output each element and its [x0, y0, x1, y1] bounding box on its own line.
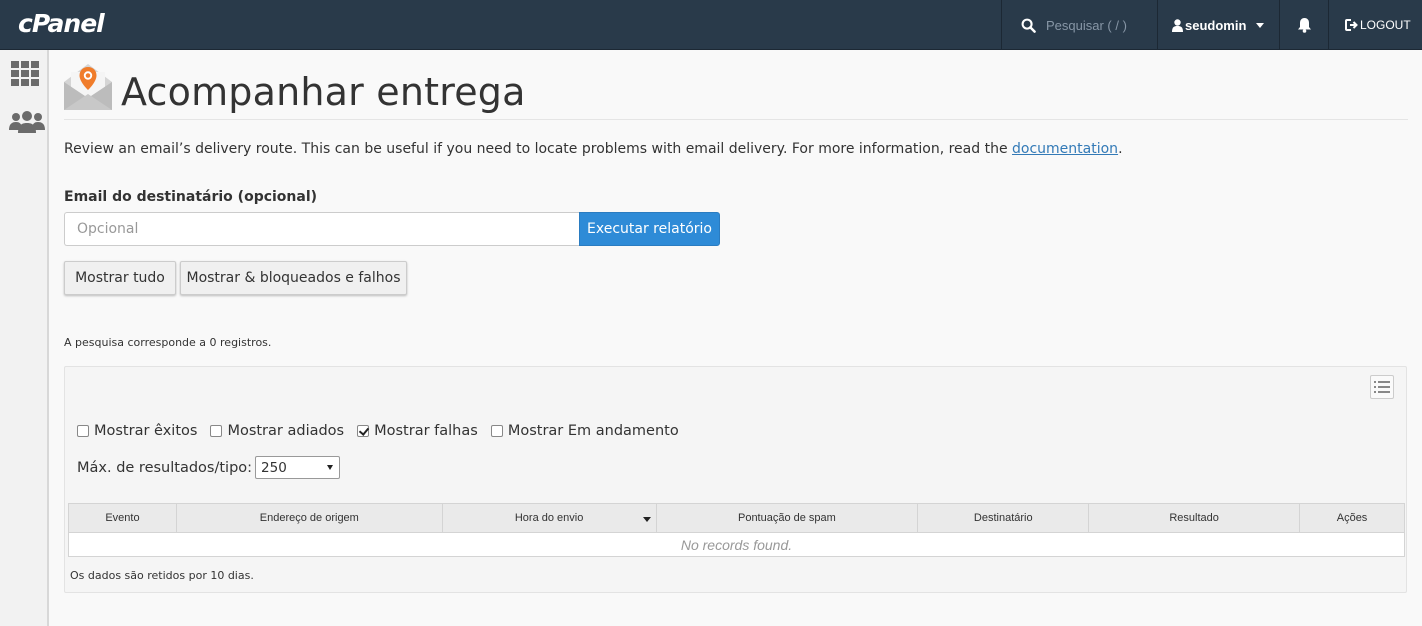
filter-show-in-progress[interactable]: Mostrar Em andamento [490, 423, 679, 439]
page-title: Acompanhar entrega [121, 70, 526, 114]
page-description: Review an email’s delivery route. This c… [64, 141, 1123, 157]
run-report-button[interactable]: Executar relatório [579, 212, 720, 246]
track-delivery-icon [64, 64, 112, 110]
filter-show-deferred[interactable]: Mostrar adiados [210, 423, 344, 439]
user-icon [1172, 18, 1183, 32]
sort-desc-icon [642, 517, 651, 522]
recipient-email-input[interactable] [64, 212, 579, 246]
documentation-link[interactable]: documentation [1012, 141, 1118, 157]
sidebar [0, 50, 49, 626]
username-label: seudomin [1185, 17, 1247, 33]
column-header-send-time[interactable]: Hora do envio [441, 503, 657, 533]
notifications-button[interactable] [1279, 0, 1328, 50]
users-icon[interactable] [9, 110, 45, 134]
column-header-spam-score[interactable]: Pontuação de spam [655, 503, 919, 533]
column-header-actions: Ações [1299, 503, 1405, 533]
user-menu[interactable]: seudomin [1157, 0, 1279, 50]
column-header-result[interactable]: Resultado [1088, 503, 1301, 533]
results-panel: Mostrar êxitos Mostrar adiados Mostrar f… [64, 366, 1407, 593]
top-navbar: cPanel Pesquisar ( / ) seudomin LOGOUT [0, 0, 1422, 50]
max-results-label: Máx. de resultados/tipo: [77, 459, 253, 476]
search-input[interactable]: Pesquisar ( / ) [1046, 18, 1127, 33]
page-header: Acompanhar entrega [64, 60, 1408, 120]
result-filters: Mostrar êxitos Mostrar adiados Mostrar f… [77, 423, 692, 439]
logout-button[interactable]: LOGOUT [1328, 0, 1422, 50]
show-success-checkbox[interactable] [77, 425, 89, 437]
empty-message: No records found. [68, 532, 1405, 557]
column-header-recipient[interactable]: Destinatário [917, 503, 1090, 533]
list-icon [1374, 381, 1390, 393]
column-toggle-button[interactable] [1370, 375, 1394, 399]
show-deferred-checkbox[interactable] [210, 425, 223, 437]
bell-icon [1297, 18, 1311, 33]
logout-icon [1345, 19, 1358, 31]
max-results-select[interactable]: 250 [255, 456, 341, 479]
column-header-event[interactable]: Evento [68, 503, 177, 533]
show-in-progress-checkbox[interactable] [490, 425, 503, 437]
show-blocked-failed-button[interactable]: Mostrar & bloqueados e falhos [180, 261, 407, 295]
column-header-sender[interactable]: Endereço de origem [175, 503, 443, 533]
grid-icon[interactable] [9, 60, 41, 88]
results-table: Evento Endereço de origem Hora do envio … [68, 503, 1405, 557]
logout-label: LOGOUT [1360, 18, 1411, 32]
cpanel-logo[interactable]: cPanel [18, 9, 105, 38]
search-box[interactable]: Pesquisar ( / ) [1001, 0, 1157, 50]
match-count-text: A pesquisa corresponde a 0 registros. [64, 336, 272, 349]
retention-note: Os dados são retidos por 10 dias. [70, 569, 254, 582]
search-icon [1021, 18, 1036, 33]
chevron-down-icon [1256, 22, 1265, 28]
filter-show-success[interactable]: Mostrar êxitos [77, 423, 197, 439]
max-results-row: Máx. de resultados/tipo: 250 [77, 456, 341, 479]
dropdown-arrow-icon [327, 465, 334, 470]
table-row: No records found. [68, 532, 1405, 557]
filter-show-failures[interactable]: Mostrar falhas [357, 423, 478, 439]
show-all-button[interactable]: Mostrar tudo [64, 261, 176, 295]
show-failures-checkbox[interactable] [357, 425, 370, 437]
recipient-email-label: Email do destinatário (opcional) [64, 189, 318, 205]
